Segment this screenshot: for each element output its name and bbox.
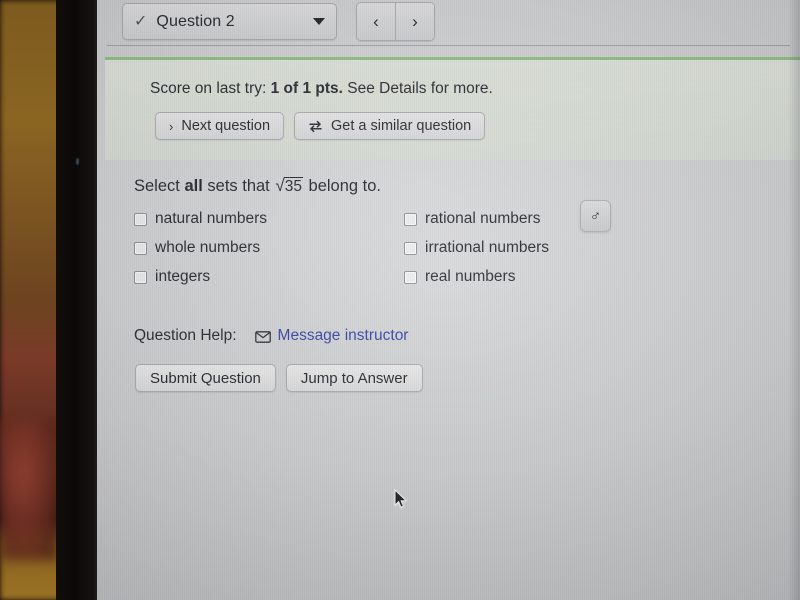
- previous-question-button[interactable]: ‹: [357, 3, 395, 40]
- get-similar-question-button[interactable]: Get a similar question: [294, 112, 486, 140]
- choice-real-numbers[interactable]: real numbers: [404, 266, 654, 288]
- question-navigation-bar: ✓ Question 2 ‹ ›: [122, 2, 435, 41]
- checkbox-icon[interactable]: [134, 212, 147, 226]
- question-help-row: Question Help: Message instructor: [134, 327, 408, 345]
- chevron-right-icon: ›: [169, 118, 174, 134]
- choice-rational-numbers[interactable]: rational numbers: [404, 208, 654, 230]
- score-panel: Score on last try: 1 of 1 pts. See Detai…: [105, 57, 800, 160]
- next-question-action-label: Next question: [181, 118, 271, 134]
- swap-arrows-icon: [308, 120, 323, 133]
- get-similar-question-label: Get a similar question: [331, 118, 472, 134]
- background-room-highlight: [0, 420, 58, 560]
- score-suffix: See Details for more.: [342, 80, 493, 97]
- next-question-action-button[interactable]: › Next question: [155, 112, 285, 140]
- checkbox-icon[interactable]: [404, 270, 417, 284]
- checkbox-icon[interactable]: [134, 270, 147, 284]
- choice-label: whole numbers: [155, 239, 261, 256]
- choice-natural-numbers[interactable]: natural numbers: [134, 208, 368, 230]
- checkbox-icon[interactable]: [404, 241, 417, 255]
- choice-label: irrational numbers: [425, 239, 550, 256]
- square-root-expression: √35: [275, 176, 303, 196]
- question-help-label: Question Help:: [134, 327, 237, 344]
- bezel-speck: [76, 158, 79, 165]
- submit-question-button[interactable]: Submit Question: [135, 364, 276, 392]
- choice-integers[interactable]: integers: [134, 266, 368, 288]
- question-emphasis: all: [184, 177, 203, 195]
- score-message: Score on last try: 1 of 1 pts. See Detai…: [150, 80, 493, 98]
- mouse-cursor-icon: [394, 488, 408, 509]
- answer-choice-list: natural numbers rational numbers whole n…: [134, 208, 654, 288]
- question-action-buttons: Submit Question Jump to Answer: [135, 364, 423, 392]
- choice-whole-numbers[interactable]: whole numbers: [134, 237, 368, 259]
- checkbox-icon[interactable]: [134, 241, 147, 255]
- choice-irrational-numbers[interactable]: irrational numbers: [404, 237, 654, 259]
- browser-content-area: ✓ Question 2 ‹ › Score on last try: 1 of…: [97, 0, 800, 600]
- question-selector-dropdown[interactable]: ✓ Question 2: [122, 3, 337, 40]
- next-question-button[interactable]: ›: [395, 3, 434, 40]
- mars-symbol-tool-button[interactable]: ♂: [580, 200, 611, 232]
- choice-label: rational numbers: [425, 210, 541, 227]
- laptop-bezel: [56, 0, 100, 600]
- choice-label: natural numbers: [155, 210, 268, 227]
- question-text-middle: sets that: [202, 177, 275, 195]
- question-selector-label: Question 2: [156, 12, 235, 30]
- choice-label: real numbers: [425, 268, 516, 285]
- question-text-before: Select: [134, 177, 185, 195]
- checkmark-icon: ✓: [134, 12, 148, 30]
- message-instructor-link[interactable]: Message instructor: [278, 327, 409, 345]
- radicand: 35: [283, 177, 303, 195]
- envelope-icon: [254, 330, 271, 343]
- question-prompt: Select all sets that √35 belong to.: [134, 176, 381, 196]
- chevron-down-icon: [313, 18, 325, 25]
- header-divider: [107, 45, 790, 46]
- checkbox-icon[interactable]: [404, 212, 417, 226]
- laptop-screen-photo: ✓ Question 2 ‹ › Score on last try: 1 of…: [0, 0, 800, 600]
- score-prefix: Score on last try:: [150, 80, 271, 97]
- jump-to-answer-button[interactable]: Jump to Answer: [285, 364, 423, 392]
- choice-label: integers: [155, 268, 211, 285]
- score-points: 1 of 1 pts.: [270, 80, 343, 97]
- question-nav-group: ‹ ›: [356, 2, 435, 41]
- score-actions: › Next question Get a similar question: [155, 112, 486, 140]
- question-text-after: belong to.: [303, 177, 382, 195]
